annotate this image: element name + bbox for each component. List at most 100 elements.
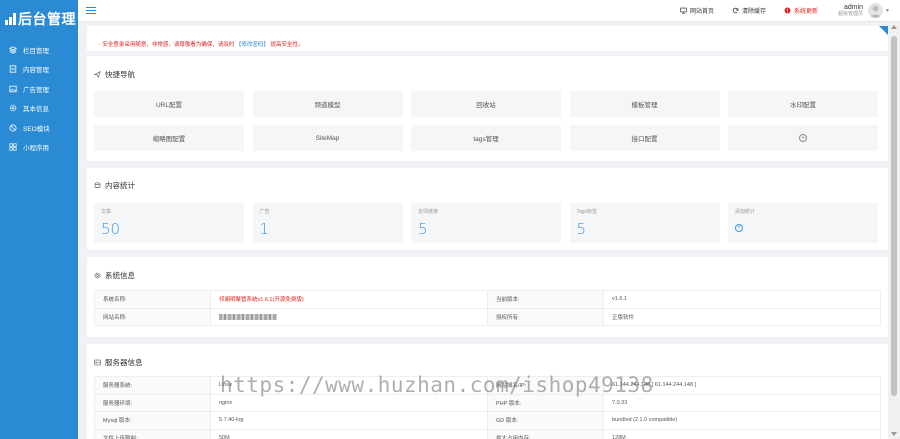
system-name-key: 系统名称: xyxy=(94,290,211,309)
user-name: admin xyxy=(843,3,864,11)
sidebar-menu: 栏目管理 内容管理 广告管理 其本信息 SEO模块 小程序用 xyxy=(0,40,78,157)
stat-label: Tags标签 xyxy=(576,209,598,215)
chevron-down-icon: ▼ xyxy=(885,7,890,14)
quick-nav-sitemap[interactable]: SiteMap xyxy=(252,125,403,151)
paper-plane-icon xyxy=(94,71,101,78)
header-actions: 网站首页 清除缓存 系统更新 admin 超级管理员 ▼ xyxy=(662,0,900,21)
server-info-title: 服务器信息 xyxy=(94,357,143,368)
logo-bars-icon xyxy=(5,13,16,25)
version-value: v1.6.1 xyxy=(603,290,881,309)
user-menu[interactable]: admin 超级管理员 ▼ xyxy=(838,3,890,18)
system-info-title: 系统信息 xyxy=(94,270,135,281)
quick-nav-template-manage[interactable]: 模板管理 xyxy=(569,91,720,117)
quick-nav-recycle-bin[interactable]: 回收站 xyxy=(411,91,561,117)
image-icon xyxy=(9,85,17,92)
system-name-value: 祁阑明聚管系统v1.6.1(开源免费版) xyxy=(210,290,488,309)
sidebar-item-label: 广告管理 xyxy=(23,86,49,94)
sidebar-item-label: 内容管理 xyxy=(23,67,49,75)
sidebar-item-seo[interactable]: SEO模块 xyxy=(0,118,78,138)
plus-icon[interactable]: + xyxy=(735,224,743,232)
table-row: 网站名称: 授权所有: 正版软件 xyxy=(94,307,881,326)
site-name-key: 网站名称: xyxy=(94,307,211,326)
logo-text: 后台管理 xyxy=(18,12,76,28)
table-row: 系统名称: 祁阑明聚管系统v1.6.1(开源免费版) 当前版本: v1.6.1 xyxy=(94,290,881,309)
plus-icon: + xyxy=(799,134,807,142)
server-icon xyxy=(94,359,101,366)
quick-nav-url-config[interactable]: URL配置 xyxy=(94,91,244,117)
watermark: https://www.huzhan.com/ishop49138 xyxy=(220,373,654,397)
sidebar-item-ads[interactable]: 广告管理 xyxy=(0,79,78,99)
sidebar-item-label: 其本信息 xyxy=(23,106,49,114)
sidebar-item-label: 小程序用 xyxy=(23,145,49,153)
apps-icon xyxy=(9,143,17,151)
stat-tags[interactable]: Tags标签 5 xyxy=(569,203,720,243)
clear-cache-button[interactable]: 清除缓存 xyxy=(732,6,766,15)
menu-toggle-icon[interactable] xyxy=(86,6,96,15)
sidebar-item-label: SEO模块 xyxy=(23,125,50,133)
sidebar-item-mini-program[interactable]: 小程序用 xyxy=(0,138,78,158)
quick-nav-tags-manage[interactable]: tags管理 xyxy=(411,125,561,151)
stats-grid: 文章 50 广告 1 友情链接 5 Tags标签 5 添加统计 + xyxy=(94,203,878,243)
site-home-button[interactable]: 网站首页 xyxy=(680,6,714,15)
system-update-button[interactable]: 系统更新 xyxy=(784,6,818,15)
monitor-icon xyxy=(680,7,687,14)
stat-ads[interactable]: 广告 1 xyxy=(252,203,403,243)
avatar[interactable] xyxy=(868,3,884,18)
redacted-text xyxy=(219,313,277,320)
license-value: 正版软件 xyxy=(603,307,881,326)
system-info-table: 系统名称: 祁阑明聚管系统v1.6.1(开源免费版) 当前版本: v1.6.1 … xyxy=(94,290,881,326)
quick-nav-card: 快捷导航 URL配置 频道模型 回收站 模板管理 水印配置 缩略图配置 Site… xyxy=(87,56,888,161)
document-icon xyxy=(9,65,17,73)
refresh-icon xyxy=(732,7,739,14)
logo[interactable]: 后台管理 xyxy=(0,0,78,38)
quick-nav-channel-model[interactable]: 频道模型 xyxy=(252,91,403,117)
table-row: 文件上传限制: 50M 最大占用内存: 128M xyxy=(94,428,881,439)
corner-ribbon-icon xyxy=(879,26,888,35)
scroll-up-icon[interactable] xyxy=(891,25,897,29)
change-password-link[interactable]: 【修改密码】 xyxy=(236,42,269,48)
stat-label: 广告 xyxy=(259,209,270,215)
notice-suffix: 提高安全性。 xyxy=(270,42,304,48)
stat-label: 文章 xyxy=(101,209,112,215)
vertical-scrollbar[interactable] xyxy=(888,22,900,439)
system-update-label: 系统更新 xyxy=(794,9,819,15)
sidebar-item-content[interactable]: 内容管理 xyxy=(0,60,78,80)
scroll-down-icon[interactable] xyxy=(891,432,897,436)
stat-label: 友情链接 xyxy=(418,209,439,215)
version-key: 当前版本: xyxy=(487,290,604,309)
sidebar-item-basic-info[interactable]: 其本信息 xyxy=(0,99,78,119)
scroll-thumb[interactable] xyxy=(891,36,897,396)
quick-nav-grid: URL配置 频道模型 回收站 模板管理 水印配置 缩略图配置 SiteMap t… xyxy=(94,91,878,151)
gear-icon xyxy=(94,272,101,279)
sidebar-item-columns[interactable]: 栏目管理 xyxy=(0,40,78,60)
quick-nav-watermark-config[interactable]: 水印配置 xyxy=(728,91,878,117)
grid-icon xyxy=(9,46,17,54)
clear-cache-label: 清除缓存 xyxy=(742,9,767,15)
license-key: 授权所有: xyxy=(487,307,604,326)
alert-circle-icon xyxy=(784,7,791,14)
sidebar: 后台管理 栏目管理 内容管理 广告管理 其本信息 SEO模块 小程序用 xyxy=(0,0,78,439)
system-info-card: 系统信息 系统名称: 祁阑明聚管系统v1.6.1(开源免费版) 当前版本: v1… xyxy=(87,257,888,337)
content-stats-card: 内容统计 文章 50 广告 1 友情链接 5 Tags标签 5 添加统计 + xyxy=(87,168,888,250)
gear-icon xyxy=(9,104,17,112)
quick-nav-api-config[interactable]: 接口配置 xyxy=(569,125,720,151)
stat-value: 50 xyxy=(101,220,121,238)
user-role: 超级管理员 xyxy=(838,10,864,17)
stat-articles[interactable]: 文章 50 xyxy=(94,203,244,243)
quick-nav-thumbnail-config[interactable]: 缩略图配置 xyxy=(94,125,244,151)
database-icon xyxy=(94,182,101,188)
top-header: 网站首页 清除缓存 系统更新 admin 超级管理员 ▼ xyxy=(78,0,900,22)
ring-icon xyxy=(9,124,17,132)
stat-value: 5 xyxy=(576,220,587,238)
sidebar-item-label: 栏目管理 xyxy=(23,47,49,55)
content-stats-title: 内容统计 xyxy=(94,180,135,191)
table-row: Mysql 版本: 5.7.40-log GD 版本: bundled (2.1… xyxy=(94,411,881,430)
security-notice: · 安全登录采用随意，非常感，请尊敬看为确保，请及时 【修改密码】 提高安全性。 xyxy=(87,26,888,51)
stat-value: 1 xyxy=(259,220,270,238)
stat-add[interactable]: 添加统计 + xyxy=(728,203,878,243)
quick-nav-title: 快捷导航 xyxy=(94,69,135,80)
quick-nav-add-button[interactable]: + xyxy=(728,125,878,151)
stat-value: 5 xyxy=(418,220,428,238)
site-home-label: 网站首页 xyxy=(689,9,714,15)
stat-friend-links[interactable]: 友情链接 5 xyxy=(411,203,561,243)
